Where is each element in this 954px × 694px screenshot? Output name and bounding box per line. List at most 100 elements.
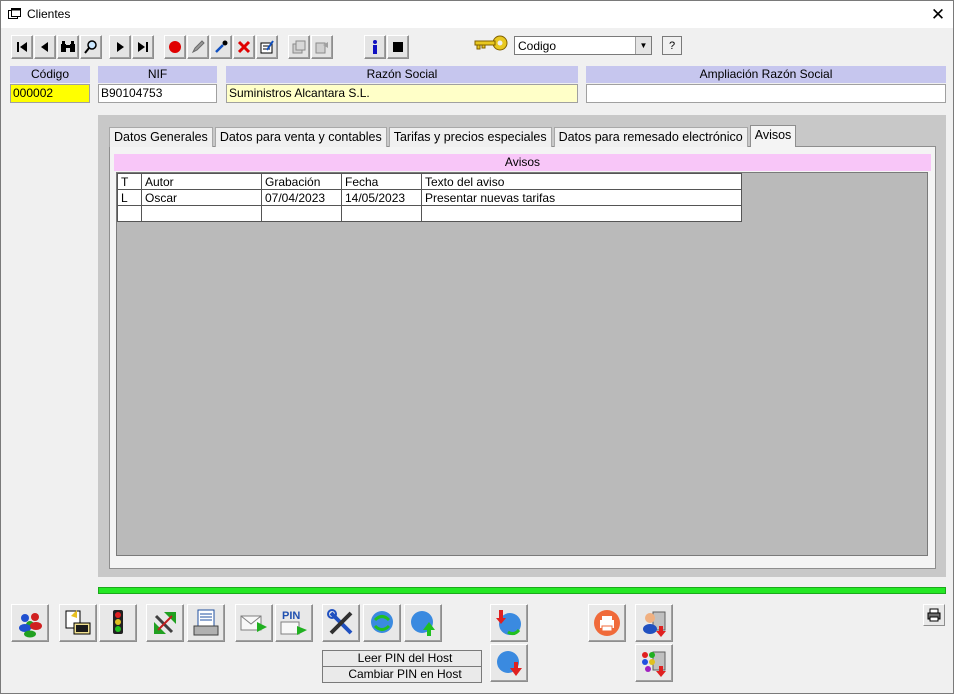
- search-field-select[interactable]: Codigo ▼: [514, 36, 652, 55]
- print-form-button[interactable]: [187, 604, 225, 642]
- cell-fecha[interactable]: 14/05/2023: [341, 189, 422, 206]
- form-edit-button[interactable]: [256, 35, 278, 59]
- cell-t[interactable]: [117, 205, 142, 222]
- cell-grabacion[interactable]: [261, 205, 342, 222]
- contacts-button[interactable]: [11, 604, 49, 642]
- column-header-grabacion[interactable]: Grabación: [261, 173, 342, 190]
- stop-button[interactable]: [387, 35, 409, 59]
- eyedropper-button[interactable]: [210, 35, 232, 59]
- cell-texto[interactable]: [421, 205, 742, 222]
- new-record-button[interactable]: [164, 35, 186, 59]
- column-header-fecha[interactable]: Fecha: [341, 173, 422, 190]
- send-pin-button[interactable]: PIN: [275, 604, 313, 642]
- table-row[interactable]: L Oscar 07/04/2023 14/05/2023 Presentar …: [117, 189, 742, 206]
- cell-texto[interactable]: Presentar nuevas tarifas: [421, 189, 742, 206]
- nif-field[interactable]: B90104753: [98, 84, 217, 103]
- documents-monitor-icon: [65, 610, 91, 635]
- cell-autor[interactable]: Oscar: [141, 189, 262, 206]
- traffic-light-button[interactable]: [99, 604, 137, 642]
- printer-service-button[interactable]: [588, 604, 626, 642]
- tab-avisos[interactable]: Avisos: [749, 125, 797, 147]
- previous-record-icon: [41, 42, 48, 52]
- tab-datos-generales[interactable]: Datos Generales: [109, 127, 213, 147]
- column-header-autor[interactable]: Autor: [141, 173, 262, 190]
- codigo-field[interactable]: 000002: [10, 84, 90, 103]
- printer-icon: [927, 608, 941, 622]
- info-button[interactable]: [364, 35, 386, 59]
- color-database-button[interactable]: [635, 644, 673, 682]
- stop-square-icon: [393, 42, 403, 52]
- read-pin-button[interactable]: Leer PIN del Host: [322, 650, 482, 667]
- tab-strip: Datos Generales Datos para venta y conta…: [109, 125, 798, 147]
- column-header-t[interactable]: T: [117, 173, 142, 190]
- codigo-label: Código: [10, 66, 90, 83]
- first-record-button[interactable]: [11, 35, 33, 59]
- wrench-screwdriver-icon: [327, 609, 353, 635]
- download-globe-button[interactable]: [490, 644, 528, 682]
- pencil-disabled-icon: [191, 40, 205, 54]
- envelope-arrow-icon: [240, 615, 267, 632]
- color-dots-database-icon: [642, 651, 666, 677]
- magnifier-icon: [84, 40, 97, 54]
- ampliacion-razon-social-label: Ampliación Razón Social: [586, 66, 946, 83]
- binoculars-icon: [61, 41, 75, 52]
- paste-record-button[interactable]: [311, 35, 333, 59]
- last-record-button[interactable]: [132, 35, 154, 59]
- razon-social-field[interactable]: Suministros Alcantara S.L.: [226, 84, 578, 103]
- tab-remesado-electronico[interactable]: Datos para remesado electrónico: [553, 127, 748, 147]
- svg-text:PIN: PIN: [282, 610, 300, 622]
- avisos-header: Avisos: [114, 154, 931, 171]
- globe-upload-icon: [411, 611, 435, 636]
- edit-record-button[interactable]: [187, 35, 209, 59]
- copy-record-button[interactable]: [288, 35, 310, 59]
- printer-badge-icon: [594, 610, 620, 636]
- print-button[interactable]: [923, 604, 945, 626]
- user-database-button[interactable]: [635, 604, 673, 642]
- window-title: Clientes: [27, 7, 71, 21]
- cell-grabacion[interactable]: 07/04/2023: [261, 189, 342, 206]
- cell-fecha[interactable]: [341, 205, 422, 222]
- tab-datos-venta-contables[interactable]: Datos para venta y contables: [214, 127, 387, 147]
- change-pin-button[interactable]: Cambiar PIN en Host: [322, 666, 482, 683]
- upload-globe-button[interactable]: [404, 604, 442, 642]
- download-sync-globe-button[interactable]: [490, 604, 528, 642]
- status-progress-bar: [98, 587, 946, 594]
- cell-autor[interactable]: [141, 205, 262, 222]
- globe-sync-icon: [371, 611, 393, 633]
- help-button[interactable]: ?: [662, 36, 682, 55]
- first-record-icon: [17, 42, 27, 52]
- title-bar: Clientes ✕: [1, 1, 953, 28]
- key-icon: [474, 35, 508, 51]
- cell-t[interactable]: L: [117, 189, 142, 206]
- table-header-row: T Autor Grabación Fecha Texto del aviso: [117, 173, 742, 190]
- pin-envelope-icon: PIN: [280, 610, 307, 635]
- info-icon: [373, 40, 377, 54]
- table-row-empty[interactable]: [117, 205, 742, 222]
- copy-disabled-icon: [292, 40, 306, 54]
- sync-globe-button[interactable]: [363, 604, 401, 642]
- documents-button[interactable]: [59, 604, 97, 642]
- column-header-texto[interactable]: Texto del aviso: [421, 173, 742, 190]
- settings-tools-button[interactable]: [322, 604, 360, 642]
- previous-record-button[interactable]: [34, 35, 56, 59]
- send-email-button[interactable]: [235, 604, 273, 642]
- chevron-down-icon[interactable]: ▼: [635, 37, 651, 54]
- nif-label: NIF: [98, 66, 217, 83]
- window-app-icon: [8, 8, 21, 19]
- last-record-icon: [138, 42, 148, 52]
- tab-tarifas-precios[interactable]: Tarifas y precios especiales: [388, 127, 552, 147]
- globe-download-icon: [497, 651, 522, 676]
- globe-download-sync-icon: [496, 610, 521, 636]
- tools-exchange-button[interactable]: [146, 604, 184, 642]
- search-button[interactable]: [80, 35, 102, 59]
- delete-record-button[interactable]: [233, 35, 255, 59]
- people-group-icon: [19, 613, 42, 638]
- red-x-icon: [237, 40, 251, 54]
- find-button[interactable]: [57, 35, 79, 59]
- form-edit-icon: [260, 40, 274, 54]
- user-database-icon: [643, 611, 666, 637]
- ampliacion-razon-social-field[interactable]: [586, 84, 946, 103]
- avisos-grid-area: [116, 172, 928, 556]
- close-window-button[interactable]: ✕: [923, 1, 953, 28]
- next-record-button[interactable]: [109, 35, 131, 59]
